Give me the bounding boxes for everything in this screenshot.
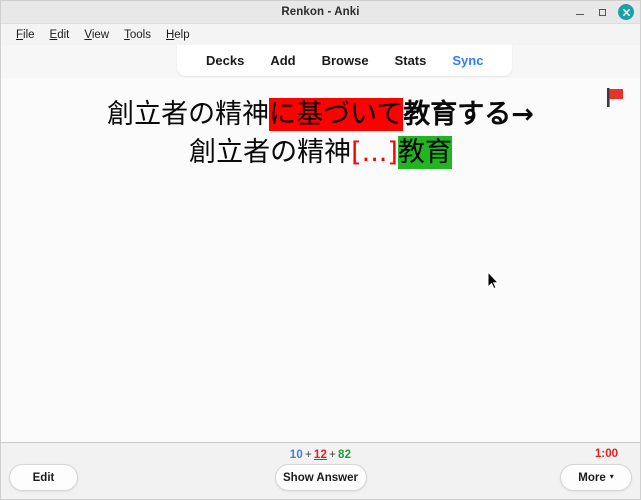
- menu-label: elp: [174, 28, 190, 41]
- more-button[interactable]: More ▾: [560, 464, 632, 491]
- count-due[interactable]: 82: [338, 449, 351, 461]
- card-line-2: 創立者の精神[...]教育: [1, 134, 640, 172]
- window-controls: [572, 1, 636, 23]
- edit-button[interactable]: Edit: [9, 464, 78, 491]
- nav-sync[interactable]: Sync: [439, 53, 496, 68]
- card-counts: 10 +12 +82: [1, 449, 640, 461]
- titlebar: Renkon - Anki: [1, 1, 640, 24]
- nav-stats[interactable]: Stats: [382, 53, 440, 68]
- menu-item-view[interactable]: View: [77, 27, 116, 43]
- nav-bar-region: Decks Add Browse Stats Sync: [1, 45, 640, 78]
- count-sep-1: +: [304, 449, 312, 461]
- count-learning[interactable]: 12: [314, 449, 327, 461]
- card-line2-prefix: 創立者の精神: [189, 137, 352, 169]
- card-question-text: 創立者の精神に基づいて教育する→ 創立者の精神[...]教育: [1, 78, 640, 173]
- chevron-down-icon: ▾: [609, 472, 614, 481]
- card-line1-bold-suffix: 教育する→: [403, 99, 534, 130]
- more-button-label: More: [578, 471, 606, 484]
- show-answer-button[interactable]: Show Answer: [274, 464, 367, 491]
- card-line1-red-highlight: に基づいて: [269, 98, 404, 131]
- card-area: 創立者の精神に基づいて教育する→ 創立者の精神[...]教育: [1, 78, 640, 442]
- menu-label: ile: [23, 28, 35, 41]
- menu-item-file[interactable]: File: [9, 27, 42, 43]
- cloze-placeholder: [...]: [351, 137, 398, 169]
- anki-main-window: Renkon - Anki File Edit View Tools Help …: [0, 0, 641, 500]
- minimize-icon[interactable]: [572, 5, 587, 20]
- menubar: File Edit View Tools Help: [1, 24, 640, 45]
- menu-label: ools: [129, 28, 151, 41]
- menu-accel: F: [16, 28, 24, 41]
- card-line1-prefix: 創立者の精神: [107, 99, 270, 130]
- nav-add[interactable]: Add: [257, 53, 308, 68]
- count-new[interactable]: 10: [290, 449, 303, 461]
- window-title: Renkon - Anki: [281, 6, 360, 18]
- show-answer-button-label: Show Answer: [283, 471, 358, 484]
- menu-accel: V: [84, 28, 92, 41]
- edit-button-label: Edit: [32, 471, 55, 484]
- menu-item-tools[interactable]: Tools: [117, 27, 158, 43]
- card-line-1: 創立者の精神に基づいて教育する→: [1, 96, 640, 134]
- menu-label: dit: [57, 28, 70, 41]
- menu-label: iew: [91, 28, 110, 41]
- count-sep-2: +: [329, 449, 337, 461]
- red-flag-icon: [602, 85, 628, 111]
- nav-pill: Decks Add Browse Stats Sync: [177, 45, 513, 76]
- close-icon[interactable]: [618, 4, 634, 20]
- maximize-icon[interactable]: [595, 5, 610, 20]
- menu-item-edit[interactable]: Edit: [43, 27, 77, 43]
- card-line2-green-highlight: 教育: [397, 136, 452, 170]
- nav-browse[interactable]: Browse: [309, 53, 382, 68]
- menu-item-help[interactable]: Help: [159, 27, 197, 43]
- answer-timer: 1:00: [594, 448, 618, 460]
- mouse-cursor-icon: [487, 270, 500, 290]
- nav-decks[interactable]: Decks: [193, 53, 257, 68]
- bottom-bar: 10 +12 +82 1:00 Edit Show Answer More ▾: [1, 442, 640, 499]
